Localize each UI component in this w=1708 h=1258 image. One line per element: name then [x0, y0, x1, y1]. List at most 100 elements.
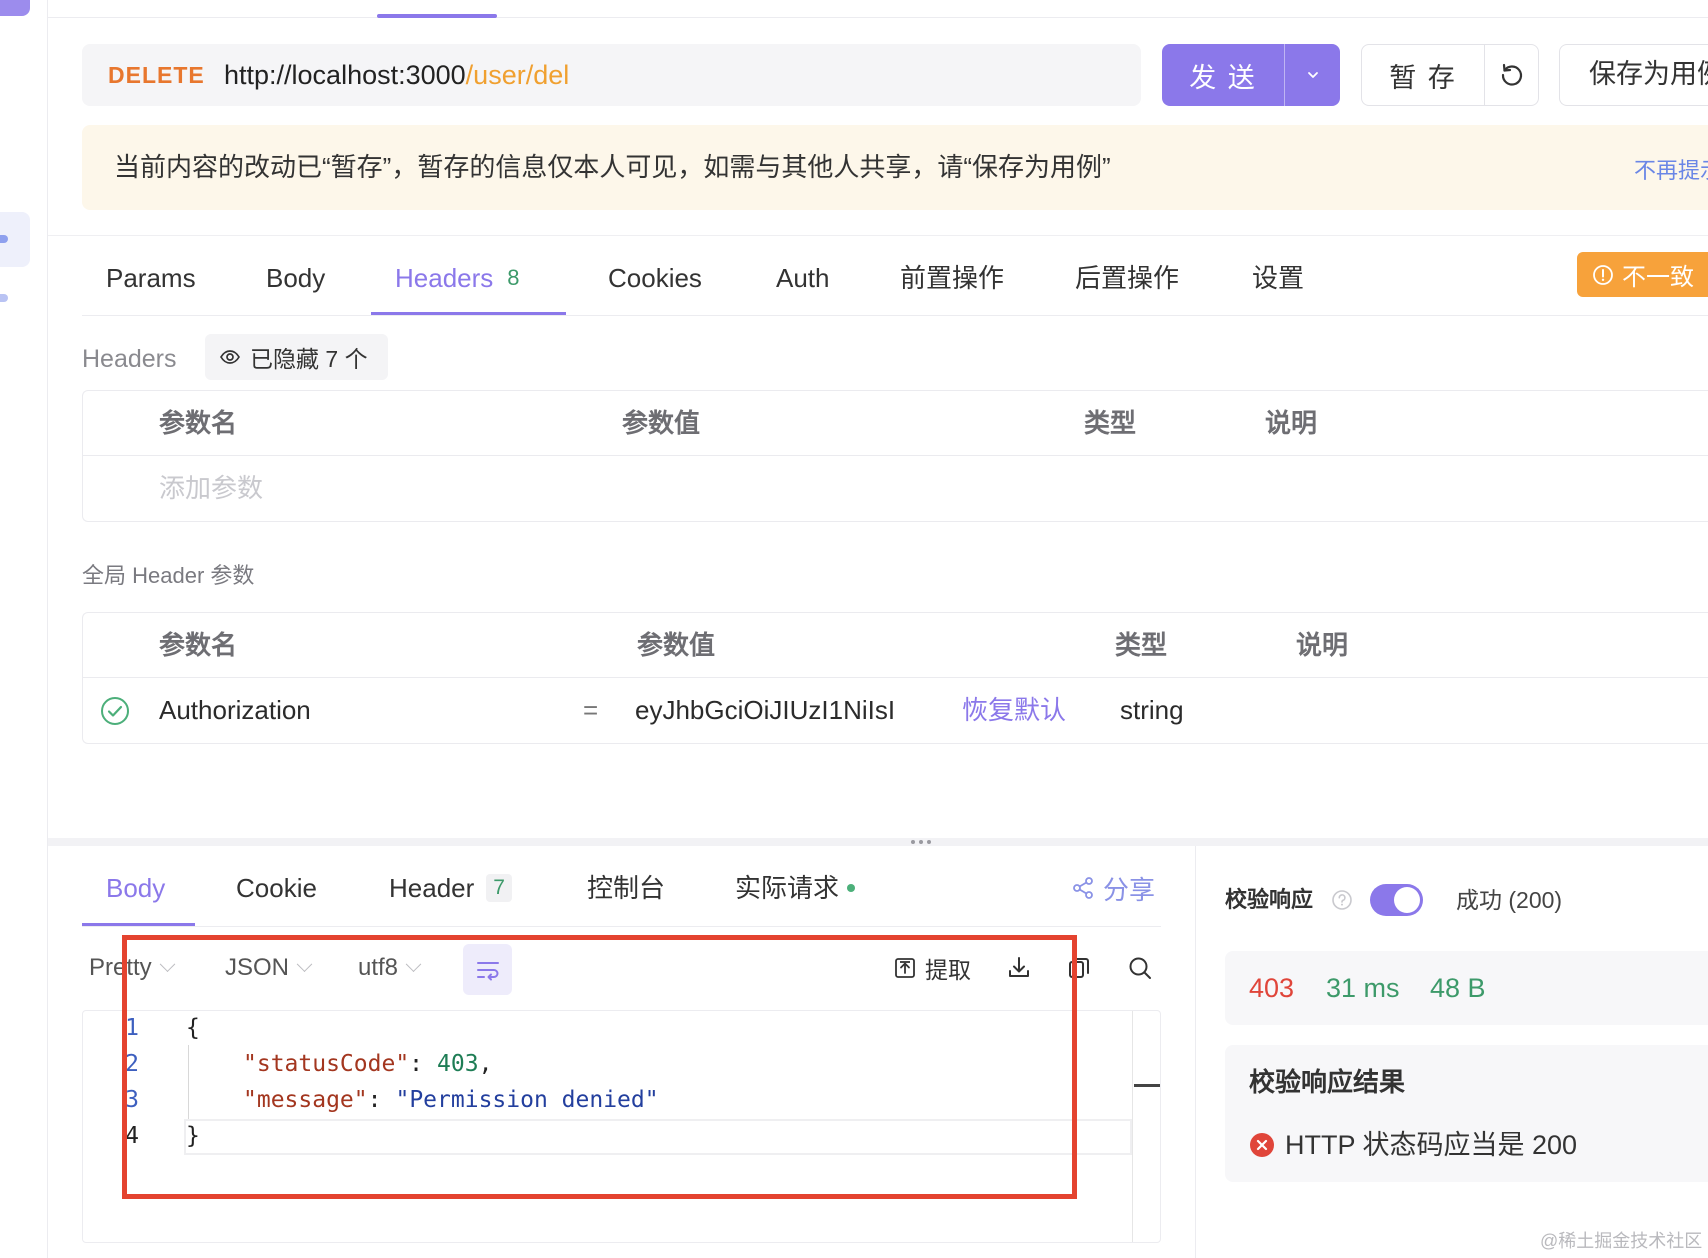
- watermark: @稀土掘金技术社区: [1540, 1231, 1703, 1251]
- mismatch-badge[interactable]: 不一致: [1577, 252, 1708, 297]
- column-header-description: 说明: [1296, 630, 1349, 660]
- chevron-down-icon: [1307, 72, 1318, 78]
- tab-label: Body: [106, 873, 166, 903]
- question-circle-icon[interactable]: [1331, 889, 1353, 911]
- tab-label: Header: [389, 873, 475, 903]
- table-header-row: 参数名 参数值 类型 说明: [83, 391, 1708, 456]
- response-size: 48 B: [1430, 973, 1486, 1003]
- restore-draft-button[interactable]: [1485, 45, 1538, 105]
- global-headers-title: 全局 Header 参数: [82, 563, 255, 588]
- validation-result-box: 校验响应结果 HTTP 状态码应当是 200: [1225, 1045, 1708, 1182]
- column-header-type: 类型: [1084, 408, 1137, 438]
- response-tab-console[interactable]: 控制台: [587, 870, 665, 906]
- send-button[interactable]: 发 送: [1162, 44, 1285, 106]
- response-tabs: Body Cookie Header 7 控制台 实际请求 分享: [82, 860, 1161, 927]
- draft-notice-banner: 当前内容的改动已“暂存”，暂存的信息仅本人可见，如需与其他人共享，请“保存为用例…: [82, 125, 1708, 210]
- status-code: 403: [1249, 973, 1295, 1003]
- url-bar[interactable]: DELETE http://localhost:3000/user/del: [82, 44, 1141, 106]
- live-indicator-dot: [847, 884, 856, 892]
- tab-label: 设置: [1252, 263, 1305, 293]
- tab-label: Auth: [776, 263, 830, 293]
- global-headers-table: 参数名 参数值 类型 说明 Authorization = eyJhbGciOi…: [82, 612, 1708, 744]
- column-header-name: 参数名: [159, 630, 238, 660]
- url-input[interactable]: http://localhost:3000/user/del: [224, 60, 569, 91]
- tab-label: Params: [106, 263, 196, 293]
- validate-response-label: 校验响应: [1225, 887, 1314, 912]
- sidebar-item-active[interactable]: [0, 212, 30, 267]
- sidebar-item-dot: [0, 235, 8, 243]
- tab-params[interactable]: Params: [106, 260, 196, 296]
- tab-headers[interactable]: Headers 8: [395, 260, 520, 296]
- validate-response-toggle[interactable]: [1370, 884, 1423, 916]
- x-circle-icon: [1250, 1133, 1274, 1157]
- column-header-description: 说明: [1265, 408, 1318, 438]
- validation-result-title: 校验响应结果: [1249, 1067, 1406, 1097]
- header-value[interactable]: eyJhbGciOiJIUzI1NiIsI: [635, 678, 895, 743]
- editor-scrollbar[interactable]: [1132, 1011, 1160, 1242]
- tab-post-processors[interactable]: 后置操作: [1075, 260, 1179, 296]
- top-tab-active-indicator: [377, 14, 497, 18]
- tab-cookies[interactable]: Cookies: [608, 260, 702, 296]
- response-time: 31 ms: [1326, 973, 1400, 1003]
- check-circle-icon[interactable]: [99, 695, 131, 727]
- tab-count-badge: 7: [486, 874, 512, 902]
- send-options-button[interactable]: [1285, 44, 1340, 106]
- tab-pre-processors[interactable]: 前置操作: [900, 260, 1004, 296]
- column-header-value: 参数值: [622, 408, 701, 438]
- alert-circle-icon: [1593, 264, 1613, 285]
- tab-body[interactable]: Body: [266, 260, 325, 296]
- restore-default-link[interactable]: 恢复默认: [962, 678, 1066, 743]
- header-type: string: [1120, 695, 1184, 725]
- red-annotation-box: [122, 935, 1077, 1199]
- add-parameter-input[interactable]: 添加参数: [159, 456, 263, 521]
- active-tab-underline: [82, 923, 195, 926]
- hidden-headers-label: 已隐藏 7 个: [250, 346, 368, 372]
- resize-handle[interactable]: [911, 840, 931, 844]
- expected-response-select[interactable]: 成功 (200): [1456, 884, 1562, 916]
- mismatch-label: 不一致: [1622, 264, 1694, 291]
- response-tab-actual-request[interactable]: 实际请求: [735, 870, 856, 906]
- share-button[interactable]: 分享: [1071, 870, 1155, 906]
- tab-label: 控制台: [587, 873, 666, 903]
- validation-result-item: HTTP 状态码应当是 200: [1285, 1130, 1578, 1160]
- tab-label: 前置操作: [900, 263, 1005, 293]
- headers-table: 参数名 参数值 类型 说明 添加参数: [82, 390, 1708, 522]
- response-status-summary: 403 31 ms 48 B: [1225, 951, 1708, 1025]
- scrollbar-position-marker: [1134, 1084, 1160, 1087]
- tab-label: Cookies: [608, 263, 702, 293]
- send-button-group: 发 送: [1162, 44, 1340, 106]
- response-tab-header[interactable]: Header 7: [389, 870, 512, 906]
- save-draft-button[interactable]: 暂 存: [1362, 45, 1485, 105]
- active-tab-underline: [371, 312, 566, 315]
- headers-section-title: Headers: [82, 345, 177, 373]
- tab-auth[interactable]: Auth: [776, 260, 830, 296]
- share-icon: [1073, 877, 1093, 899]
- tab-label: 后置操作: [1075, 263, 1180, 293]
- url-host: http://localhost:3000: [224, 59, 466, 90]
- hidden-headers-toggle[interactable]: 已隐藏 7 个: [205, 334, 388, 380]
- tab-label: Headers: [395, 263, 494, 293]
- dismiss-notice-link[interactable]: 不再提示: [1634, 155, 1708, 187]
- url-path: /user/del: [465, 59, 570, 90]
- sidebar-item-dot[interactable]: [0, 294, 8, 302]
- request-tabs: Params Body Headers 8 Cookies Auth 前置操作 后…: [82, 250, 1708, 316]
- search-icon[interactable]: [1127, 955, 1153, 981]
- header-operator: =: [583, 695, 599, 725]
- panel-resizer[interactable]: [48, 838, 1708, 846]
- response-tab-cookie[interactable]: Cookie: [236, 870, 317, 906]
- tab-count-badge: 8: [507, 265, 520, 290]
- tab-settings[interactable]: 设置: [1252, 260, 1304, 296]
- left-sidebar: [0, 0, 48, 1258]
- tab-label: Cookie: [236, 873, 317, 903]
- share-label: 分享: [1103, 874, 1156, 905]
- divider: [48, 235, 1708, 236]
- response-tab-body[interactable]: Body: [106, 870, 165, 906]
- header-name: Authorization: [159, 695, 311, 725]
- column-header-type: 类型: [1115, 630, 1168, 660]
- toggle-knob: [1394, 887, 1420, 913]
- sidebar-top-marker: [0, 0, 30, 16]
- http-method-select[interactable]: DELETE: [108, 62, 224, 89]
- save-as-case-button[interactable]: 保存为用例: [1559, 44, 1708, 106]
- column-header-name: 参数名: [159, 408, 238, 438]
- column-header-value: 参数值: [637, 630, 716, 660]
